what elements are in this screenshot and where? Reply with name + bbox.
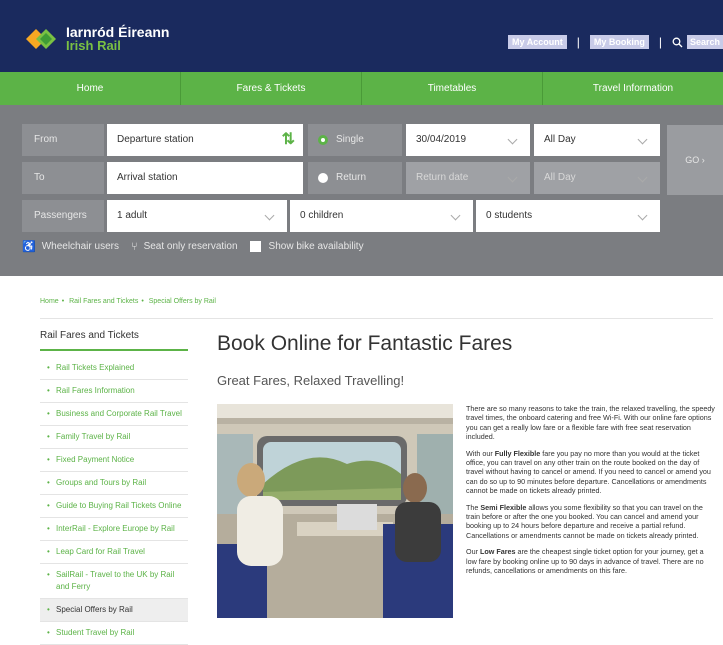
return-time-select[interactable]: All Day [534,162,660,194]
chevron-down-icon [637,210,648,221]
separator: | [576,35,580,49]
irish-rail-logo[interactable]: Iarnród Éireann Irish Rail [26,25,169,53]
paragraph-semi-flexible: The Semi Flexible allows you some flexib… [466,502,703,540]
sidebar-item-leap-card[interactable]: Leap Card for Rail Travel [40,541,188,564]
chevron-down-icon [264,210,275,221]
nav-home[interactable]: Home [0,72,181,105]
sidebar: Rail Fares and Tickets Rail Tickets Expl… [40,330,188,645]
search-icon[interactable] [672,37,683,48]
nav-timetables[interactable]: Timetables [362,72,543,105]
sidebar-item-interrail[interactable]: InterRail - Explore Europe by Rail [40,518,188,541]
article-body: There are so many reasons to take the tr… [466,404,716,583]
my-account-link[interactable]: My Account [508,35,567,49]
chevron-down-icon [637,172,648,183]
from-label: From [22,124,104,156]
page-subtitle: Great Fares, Relaxed Travelling! [217,373,405,388]
chevron-down-icon [507,134,518,145]
main-nav: Home Fares & Tickets Timetables Travel I… [0,72,723,105]
breadcrumb-special-offers[interactable]: Special Offers by Rail [149,298,216,305]
return-date-select[interactable]: Return date [406,162,530,194]
paragraph-fully-flexible: With our Fully Flexible fare you pay no … [466,448,711,496]
site-header: Iarnród Éireann Irish Rail My Account | … [0,0,723,72]
from-station-input[interactable]: Departure station ⇅ [107,124,303,156]
nav-fares-tickets[interactable]: Fares & Tickets [181,72,362,105]
page-title: Book Online for Fantastic Fares [217,332,513,355]
to-label: To [22,162,104,194]
students-select[interactable]: 0 students [476,200,660,232]
bike-checkbox[interactable] [249,241,261,252]
logo-icon [26,26,60,52]
adults-select[interactable]: 1 adult [107,200,287,232]
sidebar-item-business-travel[interactable]: Business and Corporate Rail Travel [40,403,188,426]
bike-availability-option[interactable]: Show bike availability [249,241,364,252]
seat-icon: ⑂ [130,240,138,253]
seat-only-option[interactable]: ⑂ Seat only reservation [131,241,238,253]
breadcrumb-home[interactable]: Home [40,298,59,305]
sidebar-item-special-offers[interactable]: Special Offers by Rail [40,599,188,622]
nav-travel-information[interactable]: Travel Information [543,72,723,105]
paragraph-intro: There are so many reasons to take the tr… [466,404,715,442]
outbound-time-select[interactable]: All Day [534,124,660,156]
sidebar-item-buying-guide[interactable]: Guide to Buying Rail Tickets Online [40,495,188,518]
wheelchair-icon: ♿ [22,241,36,253]
chevron-down-icon [507,172,518,183]
breadcrumb-rail-fares[interactable]: Rail Fares and Tickets [69,298,138,305]
chevron-down-icon [637,134,648,145]
journey-planner: From Departure station ⇅ Single 30/04/20… [0,105,723,276]
chevron-down-icon [450,210,461,221]
top-links: My Account | My Booking | Search [508,35,723,49]
separator: | [658,35,662,49]
radio-selected-icon [318,135,328,145]
divider [40,318,713,319]
sidebar-title: Rail Fares and Tickets [40,330,188,351]
sidebar-item-student-travel[interactable]: Student Travel by Rail [40,622,188,645]
radio-unselected-icon [318,173,328,183]
booking-options: ♿ Wheelchair users ⑂ Seat only reservati… [22,240,376,254]
sidebar-item-sailrail[interactable]: SailRail - Travel to the UK by Rail and … [40,564,188,599]
breadcrumb: Home • Rail Fares and Tickets • Special Of… [40,298,216,305]
single-radio[interactable]: Single [308,124,402,156]
swap-stations-icon[interactable]: ⇅ [282,124,295,156]
passengers-label: Passengers [22,200,104,232]
train-interior-photo [217,404,453,618]
return-radio[interactable]: Return [308,162,402,194]
paragraph-low-fares: Our Low Fares are the cheapest single ti… [466,547,704,576]
sidebar-item-rail-fares-information[interactable]: Rail Fares Information [40,380,188,403]
to-station-input[interactable]: Arrival station [107,162,303,194]
search-link[interactable]: Search [686,35,723,49]
logo-line-2: Irish Rail [66,38,121,53]
my-booking-link[interactable]: My Booking [589,35,649,49]
go-button[interactable]: GO › [667,125,723,195]
sidebar-item-fixed-payment-notice[interactable]: Fixed Payment Notice [40,449,188,472]
sidebar-item-rail-tickets-explained[interactable]: Rail Tickets Explained [40,357,188,380]
sidebar-item-family-travel[interactable]: Family Travel by Rail [40,426,188,449]
children-select[interactable]: 0 children [290,200,473,232]
outbound-date-select[interactable]: 30/04/2019 [406,124,530,156]
sidebar-item-groups-tours[interactable]: Groups and Tours by Rail [40,472,188,495]
wheelchair-option[interactable]: ♿ Wheelchair users [22,240,119,253]
